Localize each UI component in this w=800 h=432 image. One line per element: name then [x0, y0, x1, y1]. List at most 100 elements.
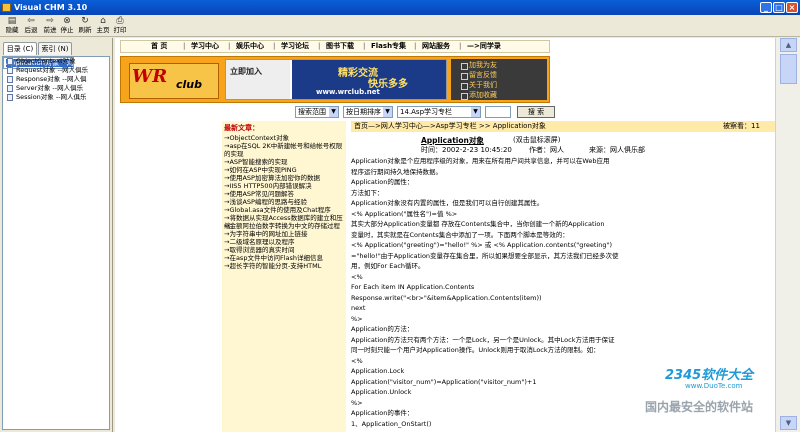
article-link[interactable]: →使用ASP常见问题解答: [224, 190, 344, 198]
article-link[interactable]: →如何在ASP中实现PING: [224, 166, 344, 174]
stop-icon: ⊗: [63, 16, 71, 26]
tree-item[interactable]: Session对象 --网人俱乐: [3, 93, 109, 102]
article-link[interactable]: →浅谈ASP编程的思路与经验: [224, 198, 344, 206]
article-line: 变量时，其实就是在Contents集合中添加了一项。下面两个脚本是等效的：: [351, 230, 569, 239]
print-label: 打印: [113, 26, 127, 34]
article-link[interactable]: →超长字符的智能分页-支持HTML: [224, 262, 344, 270]
article-link[interactable]: →asp在SQL 2K中新建帐号和给帐号权限的实现: [224, 142, 344, 158]
app-icon: [2, 3, 11, 12]
breadcrumb: 首页—>网人学习中心—>Asp学习专栏 >> Application对象 被察看…: [351, 121, 775, 132]
scroll-thumb[interactable]: [780, 54, 797, 84]
app-window: Visual CHM 3.10 _ □ × ▤ 隐藏 ⇦ 后退 ⇨ 前进 ⊗ 停止 ↻ 刷…: [0, 0, 800, 432]
article-link[interactable]: →为字符串中的网址加上链接: [224, 230, 344, 238]
article-line: Application对象没有内置的属性，但是我们可以自行创建其属性。: [351, 199, 544, 207]
nav-forum[interactable]: 学习论坛: [281, 41, 309, 52]
link-add-friend[interactable]: 加我为友: [461, 61, 497, 70]
forward-icon: ⇨: [46, 16, 54, 26]
article-link[interactable]: →IIS5 HTTP500内部错误解决: [224, 182, 344, 190]
article-link[interactable]: →取得浏览器的真实时间: [224, 246, 344, 254]
toc-tree: Application对象 --网 ObjectContext对象 Reques…: [2, 56, 110, 430]
search-bar: 搜索范围 ▼ 按日期排序 ▼ 14.Asp学习专栏 ▼ 搜 索: [295, 106, 555, 119]
tab-contents[interactable]: 目录 (C): [3, 42, 37, 55]
article-line: ="hello!"由于Application变量存在集合里，所以如果想要全部显示…: [351, 251, 619, 260]
article-hint: (双击鼠标滚屏): [513, 136, 561, 144]
article-line: Application("visitor_num")=Application("…: [351, 377, 537, 386]
link-favorite[interactable]: 添加收藏: [461, 91, 497, 100]
article-line: 程序运行期间持久地保持数据。: [351, 167, 442, 176]
link-feedback[interactable]: 留言反馈: [461, 71, 497, 80]
tab-index[interactable]: 索引 (N): [38, 42, 72, 55]
minimize-button[interactable]: _: [760, 2, 772, 13]
article-link[interactable]: →ASP智能搜索的实现: [224, 158, 344, 166]
nav-divider: |: [459, 42, 462, 50]
nav-service[interactable]: 网站服务: [422, 41, 450, 52]
article-line: Response.write("<br>"&item&Application.C…: [351, 293, 542, 302]
search-category-value: 14.Asp学习专栏: [400, 108, 453, 116]
search-input[interactable]: [485, 106, 511, 118]
nav-divider: |: [363, 42, 366, 50]
article-link[interactable]: →在asp文件中访问Flash详细信息: [224, 254, 344, 262]
back-icon: ⇦: [27, 16, 35, 26]
print-icon: ⎙: [116, 16, 124, 26]
article-line: 同一时刻只能一个用户对Application操作。Unlock则用于取消Lock…: [351, 346, 600, 354]
left-pane: 目录 (C) 索引 (N) Application对象 --网 ObjectCo…: [0, 38, 113, 432]
nav-books[interactable]: 图书下载: [326, 41, 354, 52]
article-link[interactable]: →金额阿拉伯数字转换为中文的存储过程: [224, 222, 344, 230]
article-link[interactable]: →ObjectContext对象: [224, 134, 344, 142]
nav-classmates[interactable]: —>同学录: [467, 41, 501, 52]
hide-button[interactable]: ▤ 隐藏: [2, 16, 22, 36]
article-line: Application.Unlock: [351, 388, 412, 396]
tree-item[interactable]: Request对象 --网人俱乐: [3, 66, 109, 75]
search-button[interactable]: 搜 索: [517, 106, 555, 118]
nav-divider: |: [273, 42, 276, 50]
article-link[interactable]: →二级域名原理以及程序: [224, 238, 344, 246]
refresh-button[interactable]: ↻ 刷新: [75, 16, 95, 36]
scroll-up-icon[interactable]: ▲: [780, 38, 797, 52]
article-line: Application的属性：: [351, 178, 414, 186]
search-sort-select[interactable]: 按日期排序 ▼: [343, 106, 393, 118]
ad-join-text: 立即加入: [230, 67, 262, 76]
ad-banner[interactable]: 立即加入 精彩交流 快乐多多 www.wrclub.net: [225, 59, 447, 100]
hide-icon: ▤: [7, 16, 17, 26]
back-label: 后退: [24, 26, 38, 34]
article-line: 方法如下：: [351, 188, 384, 197]
nav-home[interactable]: 首 页: [151, 41, 167, 52]
article-link[interactable]: →Global.asa文件的使用及Chat程序: [224, 206, 344, 214]
watermark-slogan: 国内最安全的软件站: [645, 400, 754, 414]
back-button[interactable]: ⇦ 后退: [21, 16, 41, 36]
page-icon: [7, 58, 13, 65]
stop-button[interactable]: ⊗ 停止: [57, 16, 77, 36]
close-button[interactable]: ×: [786, 2, 798, 13]
page-icon: [7, 94, 13, 101]
view-count: 被察看：11: [723, 122, 760, 130]
tree-item[interactable]: ObjectContext对象: [3, 57, 109, 66]
article-line: %>: [351, 314, 363, 323]
site-logo[interactable]: WR club: [129, 63, 219, 99]
article-line: <%: [351, 356, 363, 365]
window-title: Visual CHM 3.10: [14, 3, 88, 12]
tree-item[interactable]: Server对象 --网人俱乐: [3, 84, 109, 93]
tree-item[interactable]: Response对象 --网人俱: [3, 75, 109, 84]
site-banner: WR club 立即加入 精彩交流 快乐多多 www.wrclub.net 加我…: [120, 56, 550, 103]
search-scope-select[interactable]: 搜索范围 ▼: [295, 106, 339, 118]
ad-left: 立即加入: [226, 60, 290, 99]
print-button[interactable]: ⎙ 打印: [110, 16, 130, 36]
link-about[interactable]: 关于我们: [461, 81, 497, 90]
nav-entertainment[interactable]: 娱乐中心: [236, 41, 264, 52]
article-source: 来源：网人俱乐部: [589, 146, 645, 154]
article-link[interactable]: →使用ASP加密算法加密你的数据: [224, 174, 344, 182]
nav-learning[interactable]: 学习中心: [191, 41, 219, 52]
latest-heading: 最新文章：: [224, 124, 259, 132]
chevron-down-icon: ▼: [471, 107, 480, 117]
site-watermark: 2345软件大全 www.DuoTe.com 国内最安全的软件站: [645, 362, 785, 422]
watermark-title: 2345软件大全: [665, 368, 754, 383]
article-line: %>: [351, 398, 363, 407]
article-line: 1、Application_OnStart(): [351, 419, 432, 428]
article-author: 作者：网人: [529, 146, 564, 154]
breadcrumb-text[interactable]: 首页—>网人学习中心—>Asp学习专栏 >> Application对象: [354, 121, 546, 132]
home-icon: ⌂: [100, 16, 106, 26]
nav-flash[interactable]: Flash专集: [371, 41, 406, 52]
side-links: 加我为友 留言反馈 关于我们 添加收藏: [451, 59, 547, 100]
search-category-select[interactable]: 14.Asp学习专栏 ▼: [397, 106, 481, 118]
maximize-button[interactable]: □: [773, 2, 785, 13]
